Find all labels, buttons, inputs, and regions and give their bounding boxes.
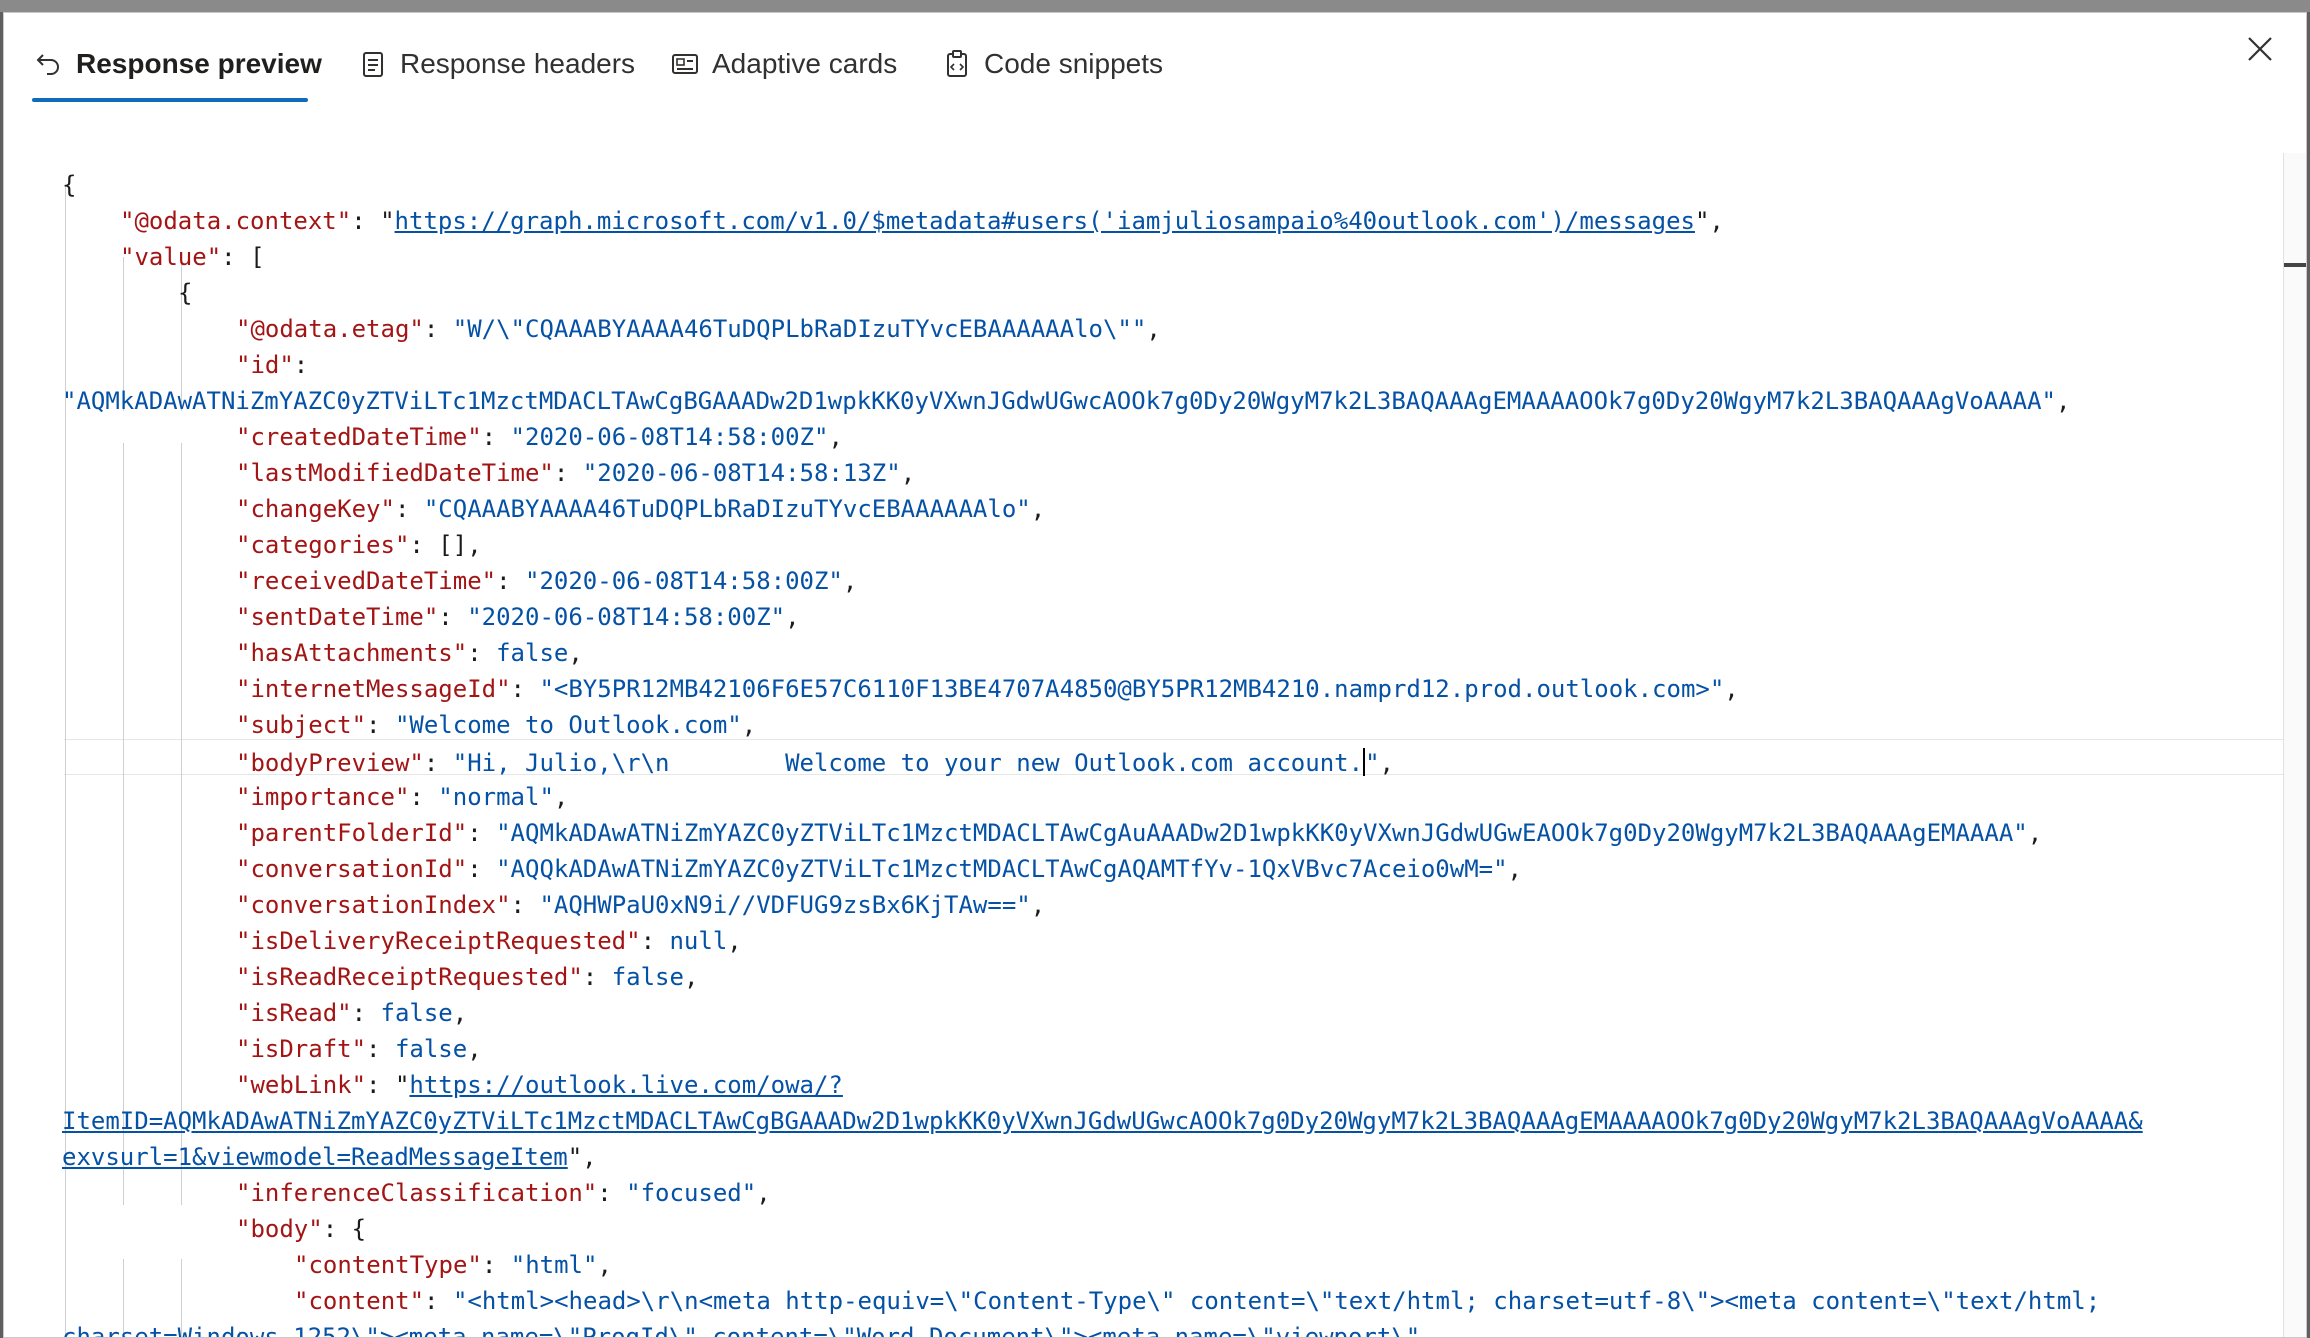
text-caret [1363,748,1366,776]
json-line: "inferenceClassification": "focused", [236,1179,771,1207]
indent-guide [181,443,182,1205]
undo-arrow-icon [34,49,64,79]
json-line: "body": { [236,1215,367,1243]
json-line: "@odata.etag": "W/\"CQAAABYAAAA46TuDQPLb… [236,315,1161,343]
json-line: ItemID=AQMkADAwATNiZmYAZC0yZTViLTc1MzctM… [62,1103,2143,1139]
json-line: exvsurl=1&viewmodel=ReadMessageItem", [62,1143,597,1171]
json-line: "id": [236,351,309,379]
json-line: { [178,279,193,307]
tab-code-snippets[interactable]: Code snippets [942,41,1163,87]
card-icon [670,49,700,79]
json-line: charset=Windows-1252\"><meta name=\"Prog… [62,1323,1421,1338]
tab-bar: Response preview Response headers Adapti… [4,13,2306,113]
scrollbar-thumb[interactable] [2284,263,2306,267]
close-button[interactable] [2240,31,2280,71]
json-line: "createdDateTime": "2020-06-08T14:58:00Z… [236,423,843,451]
odata-context-link[interactable]: https://graph.microsoft.com/v1.0/$metada… [395,207,1695,235]
json-line: "bodyPreview": "Hi, Julio,\r\n Welcome t… [236,748,1394,777]
json-line: "isReadReceiptRequested": false, [236,963,699,991]
weblink-link[interactable]: https://outlook.live.com/owa/? [409,1071,842,1099]
json-line: "conversationIndex": "AQHWPaU0xN9i//VDFU… [236,891,1046,919]
json-line: { [62,171,77,199]
json-line: "contentType": "html", [294,1251,612,1279]
json-viewer[interactable]: { "@odata.context": "https://graph.micro… [62,153,2262,1338]
tab-label: Response headers [400,48,636,79]
response-panel: Response preview Response headers Adapti… [3,12,2307,1338]
json-line: "lastModifiedDateTime": "2020-06-08T14:5… [236,459,916,487]
json-line: "subject": "Welcome to Outlook.com", [236,711,757,739]
active-tab-indicator [32,98,308,102]
json-line: "sentDateTime": "2020-06-08T14:58:00Z", [236,603,800,631]
json-line: "internetMessageId": "<BY5PR12MB42106F6E… [236,675,1739,703]
indent-guide [123,443,124,1205]
tab-label: Adaptive cards [712,48,898,79]
json-line: "conversationId": "AQQkADAwATNiZmYAZC0yZ… [236,855,1522,883]
weblink-link[interactable]: exvsurl=1&viewmodel=ReadMessageItem [62,1143,568,1171]
json-line: "categories": [], [236,531,482,559]
json-line: "receivedDateTime": "2020-06-08T14:58:00… [236,567,858,595]
vertical-scrollbar[interactable] [2283,153,2306,1337]
close-icon [2245,34,2275,69]
json-line: "hasAttachments": false, [236,639,583,667]
clipboard-icon [942,49,972,79]
json-line: "changeKey": "CQAAABYAAAA46TuDQPLbRaDIzu… [236,495,1046,523]
tab-label: Code snippets [984,48,1164,79]
document-icon [358,49,388,79]
tab-response-preview[interactable]: Response preview [34,41,322,87]
json-line: "parentFolderId": "AQMkADAwATNiZmYAZC0yZ… [236,819,2043,847]
tab-response-headers[interactable]: Response headers [358,41,635,87]
json-line: "value": [ [120,243,265,271]
tab-adaptive-cards[interactable]: Adaptive cards [670,41,897,87]
weblink-link[interactable]: ItemID=AQMkADAwATNiZmYAZC0yZTViLTc1MzctM… [62,1107,2143,1135]
json-line: "content": "<html><head>\r\n<meta http-e… [294,1287,2101,1315]
tab-label: Response preview [76,48,322,79]
json-line: "@odata.context": "https://graph.microso… [120,207,1724,235]
json-line: "importance": "normal", [236,783,569,811]
json-line: "isDraft": false, [236,1035,482,1063]
json-line: "webLink": "https://outlook.live.com/owa… [236,1071,843,1099]
background-page-strip [0,0,2310,12]
json-line: "AQMkADAwATNiZmYAZC0yZTViLTc1MzctMDACLTA… [62,387,2071,415]
json-line: "isRead": false, [236,999,468,1027]
json-line: "isDeliveryReceiptRequested": null, [236,927,742,955]
